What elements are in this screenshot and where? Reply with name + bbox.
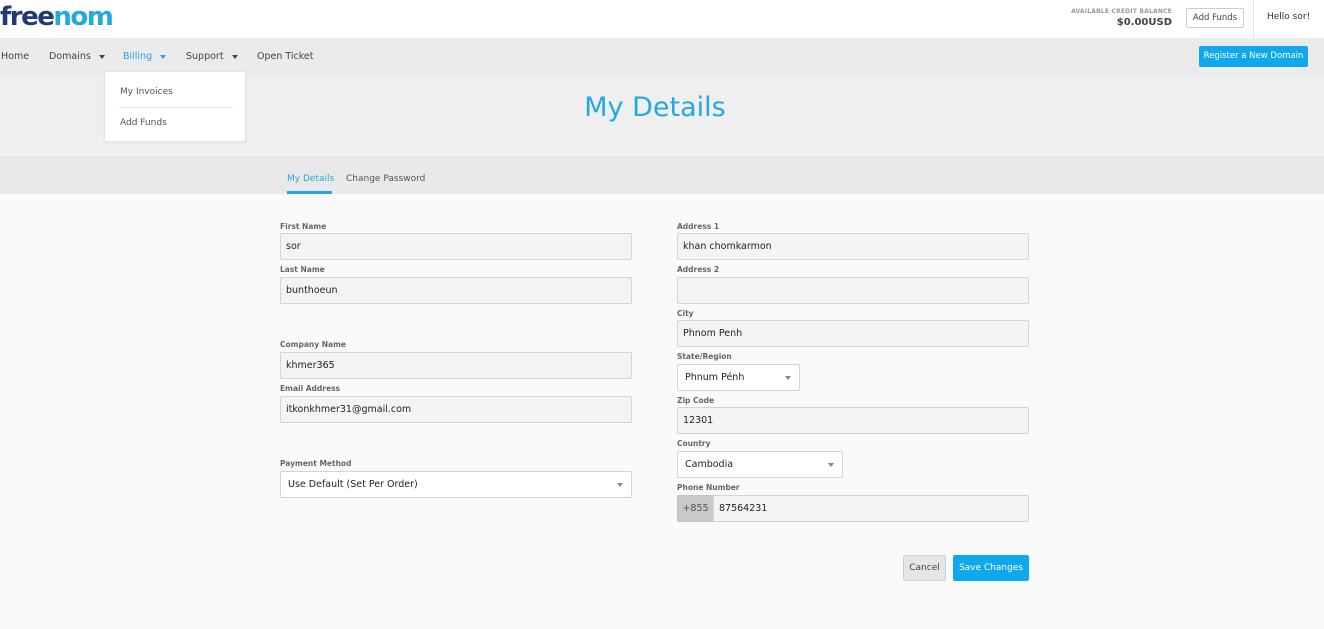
nav-support[interactable]: Support — [186, 51, 238, 62]
credit-balance-label: AVAILABLE CREDIT BALANCE — [1071, 8, 1172, 15]
user-greeting[interactable]: Hello sor! — [1267, 12, 1310, 22]
email-field[interactable]: itkonkhmer31@gmail.com — [280, 396, 632, 423]
nav-billing[interactable]: Billing — [123, 51, 167, 62]
tabs-bar: My Details Change Password — [0, 156, 1324, 194]
freenom-logo[interactable]: freenom — [0, 2, 114, 32]
nav-domains-label: Domains — [49, 51, 91, 62]
credit-balance: AVAILABLE CREDIT BALANCE $0.00USD — [1071, 8, 1172, 30]
chevron-down-icon — [828, 463, 834, 467]
cancel-button[interactable]: Cancel — [903, 555, 946, 581]
tab-my-details[interactable]: My Details — [287, 174, 334, 184]
company-name-label: Company Name — [280, 340, 346, 349]
menu-item-my-invoices[interactable]: My Invoices — [120, 87, 173, 97]
city-label: City — [677, 309, 694, 318]
email-label: Email Address — [280, 384, 341, 393]
zip-input[interactable]: 12301 — [677, 407, 1029, 434]
header-divider — [1253, 0, 1254, 38]
address2-label: Address 2 — [677, 265, 720, 274]
chevron-down-icon — [98, 54, 105, 59]
nav-billing-label: Billing — [123, 51, 153, 62]
phone-label: Phone Number — [677, 483, 740, 492]
payment-method-select[interactable]: Use Default (Set Per Order) — [280, 471, 632, 498]
nav-home[interactable]: Home — [1, 51, 29, 62]
last-name-input[interactable]: bunthoeun — [280, 277, 632, 304]
nav-open-ticket[interactable]: Open Ticket — [257, 51, 314, 62]
chevron-down-icon — [785, 376, 791, 380]
billing-dropdown-menu: My Invoices Add Funds — [104, 71, 246, 142]
logo-part-free: free — [0, 2, 55, 32]
first-name-label: First Name — [280, 222, 327, 231]
zip-label: Zip Code — [677, 396, 715, 405]
country-select[interactable]: Cambodia — [677, 451, 843, 478]
address1-label: Address 1 — [677, 222, 720, 231]
payment-method-value: Use Default (Set Per Order) — [288, 479, 418, 490]
nav-home-label: Home — [1, 51, 30, 62]
nav-open-ticket-label: Open Ticket — [257, 51, 314, 62]
country-label: Country — [677, 439, 711, 448]
top-bar: freenom AVAILABLE CREDIT BALANCE $0.00US… — [0, 0, 1324, 38]
first-name-input[interactable]: sor — [280, 233, 632, 260]
state-label: State/Region — [677, 352, 732, 361]
menu-divider — [119, 107, 233, 108]
address2-input[interactable] — [677, 277, 1029, 304]
nav-domains[interactable]: Domains — [49, 51, 105, 62]
save-changes-button[interactable]: Save Changes — [953, 555, 1029, 581]
state-value: Phnum Pénh — [685, 372, 745, 383]
phone-country-code: +855 — [677, 495, 714, 522]
menu-item-add-funds[interactable]: Add Funds — [120, 118, 167, 128]
chevron-down-icon — [160, 54, 167, 59]
state-select[interactable]: Phnum Pénh — [677, 364, 800, 391]
active-tab-indicator — [287, 191, 332, 194]
chevron-down-icon — [617, 483, 623, 487]
country-value: Cambodia — [685, 459, 734, 470]
last-name-label: Last Name — [280, 265, 325, 274]
company-name-input[interactable]: khmer365 — [280, 352, 632, 379]
address1-input[interactable]: khan chomkarmon — [677, 233, 1029, 260]
add-funds-button[interactable]: Add Funds — [1186, 8, 1244, 28]
credit-balance-value: $0.00USD — [1116, 17, 1172, 28]
nav-support-label: Support — [186, 51, 224, 62]
phone-input[interactable]: 87564231 — [713, 495, 1029, 522]
chevron-down-icon — [231, 54, 238, 59]
city-input[interactable]: Phnom Penh — [677, 320, 1029, 347]
register-domain-button[interactable]: Register a New Domain — [1199, 46, 1308, 67]
payment-method-label: Payment Method — [280, 459, 352, 468]
logo-part-nom: nom — [53, 2, 113, 32]
tab-change-password[interactable]: Change Password — [346, 174, 425, 184]
